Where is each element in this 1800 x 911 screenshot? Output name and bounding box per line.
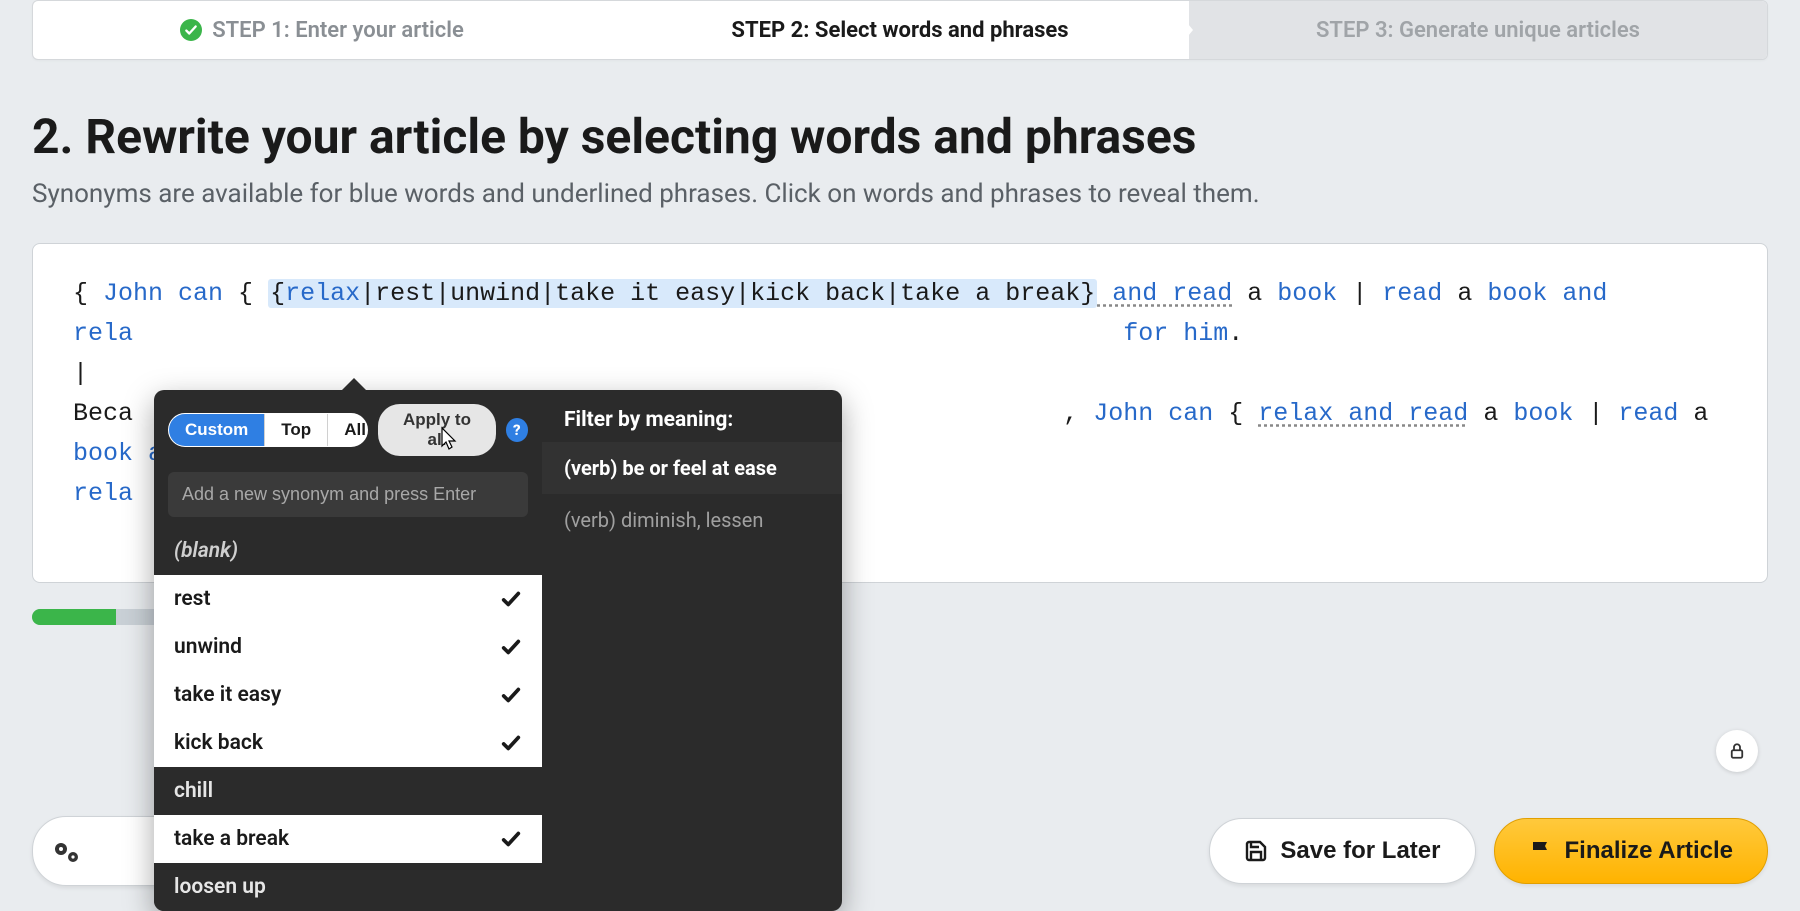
popup-toolbar: Custom Top All Apply to all ? xyxy=(154,390,542,466)
token-relax[interactable]: relax xyxy=(285,279,360,308)
synonym-item-label: take a break xyxy=(174,827,289,851)
mode-top[interactable]: Top xyxy=(264,414,327,446)
check-icon xyxy=(500,732,522,754)
synonym-list: (blank) rest unwind take it easy kick back c… xyxy=(154,527,542,911)
check-icon xyxy=(500,828,522,850)
step-3: STEP 3: Generate unique articles xyxy=(1189,1,1767,59)
help-icon[interactable]: ? xyxy=(506,418,528,442)
save-for-later-button[interactable]: Save for Later xyxy=(1209,818,1475,884)
progress-fill xyxy=(32,609,116,625)
gears-icon xyxy=(51,835,83,867)
step-2[interactable]: STEP 2: Select words and phrases xyxy=(611,1,1189,59)
meaning-option[interactable]: (verb) diminish, lessen xyxy=(542,494,842,546)
synonym-item[interactable]: unwind xyxy=(154,623,542,671)
filter-title: Filter by meaning: xyxy=(542,390,842,442)
check-icon xyxy=(500,636,522,658)
page-title: 2. Rewrite your article by selecting wor… xyxy=(32,108,1768,165)
lock-icon xyxy=(1728,742,1746,760)
mode-all[interactable]: All xyxy=(327,414,368,446)
synonym-item-label: kick back xyxy=(174,731,263,755)
synonym-item[interactable]: take a break xyxy=(154,815,542,863)
finalize-label: Finalize Article xyxy=(1565,837,1734,865)
editor-line-1: { John can { {relax|rest|unwind|take it … xyxy=(73,274,1727,314)
check-icon xyxy=(180,19,202,41)
token-john[interactable]: John xyxy=(103,279,163,308)
apply-to-all-button[interactable]: Apply to all xyxy=(378,404,495,456)
check-icon xyxy=(500,684,522,706)
synonym-item-label: unwind xyxy=(174,635,242,659)
synonym-popup: Custom Top All Apply to all ? (blank) re… xyxy=(154,390,842,911)
save-icon xyxy=(1244,839,1268,863)
meaning-option[interactable]: (verb) be or feel at ease xyxy=(542,442,842,494)
spin-group-relax[interactable]: {relax|rest|unwind|take it easy|kick bac… xyxy=(268,279,1097,308)
synonym-item[interactable]: rest xyxy=(154,575,542,623)
synonym-item[interactable]: loosen up xyxy=(154,863,542,911)
finalize-article-button[interactable]: Finalize Article xyxy=(1494,818,1769,884)
step-1-label: STEP 1: Enter your article xyxy=(212,18,464,43)
add-synonym-input[interactable] xyxy=(168,472,528,517)
step-1[interactable]: STEP 1: Enter your article xyxy=(33,1,611,59)
synonym-item-label: chill xyxy=(174,779,213,803)
check-icon xyxy=(500,588,522,610)
synonym-popup-left: Custom Top All Apply to all ? (blank) re… xyxy=(154,390,542,911)
synonym-item[interactable]: chill xyxy=(154,767,542,815)
synonym-item[interactable]: kick back xyxy=(154,719,542,767)
editor-line-3: | xyxy=(73,354,1727,394)
editor-line-2: rela xxxxxxxxxxxxxxxxxxxxxxxxxxxxxxxxxxx… xyxy=(73,314,1727,354)
step-3-label: STEP 3: Generate unique articles xyxy=(1316,18,1640,43)
mode-custom[interactable]: Custom xyxy=(169,414,264,446)
step-2-label: STEP 2: Select words and phrases xyxy=(731,18,1068,43)
synonym-item[interactable]: take it easy xyxy=(154,671,542,719)
filter-by-meaning-panel: Filter by meaning: (verb) be or feel at … xyxy=(542,390,842,911)
wizard-stepper: STEP 1: Enter your article STEP 2: Selec… xyxy=(32,0,1768,60)
page-subtitle: Synonyms are available for blue words an… xyxy=(32,179,1768,209)
synonym-item-label: rest xyxy=(174,587,211,611)
synonym-blank[interactable]: (blank) xyxy=(154,527,542,575)
synonym-mode-segmented[interactable]: Custom Top All xyxy=(168,413,368,447)
flag-icon xyxy=(1529,839,1553,863)
synonym-item-label: loosen up xyxy=(174,875,266,899)
save-label: Save for Later xyxy=(1280,837,1440,865)
synonym-item-label: take it easy xyxy=(174,683,281,707)
lock-badge[interactable] xyxy=(1716,730,1758,772)
